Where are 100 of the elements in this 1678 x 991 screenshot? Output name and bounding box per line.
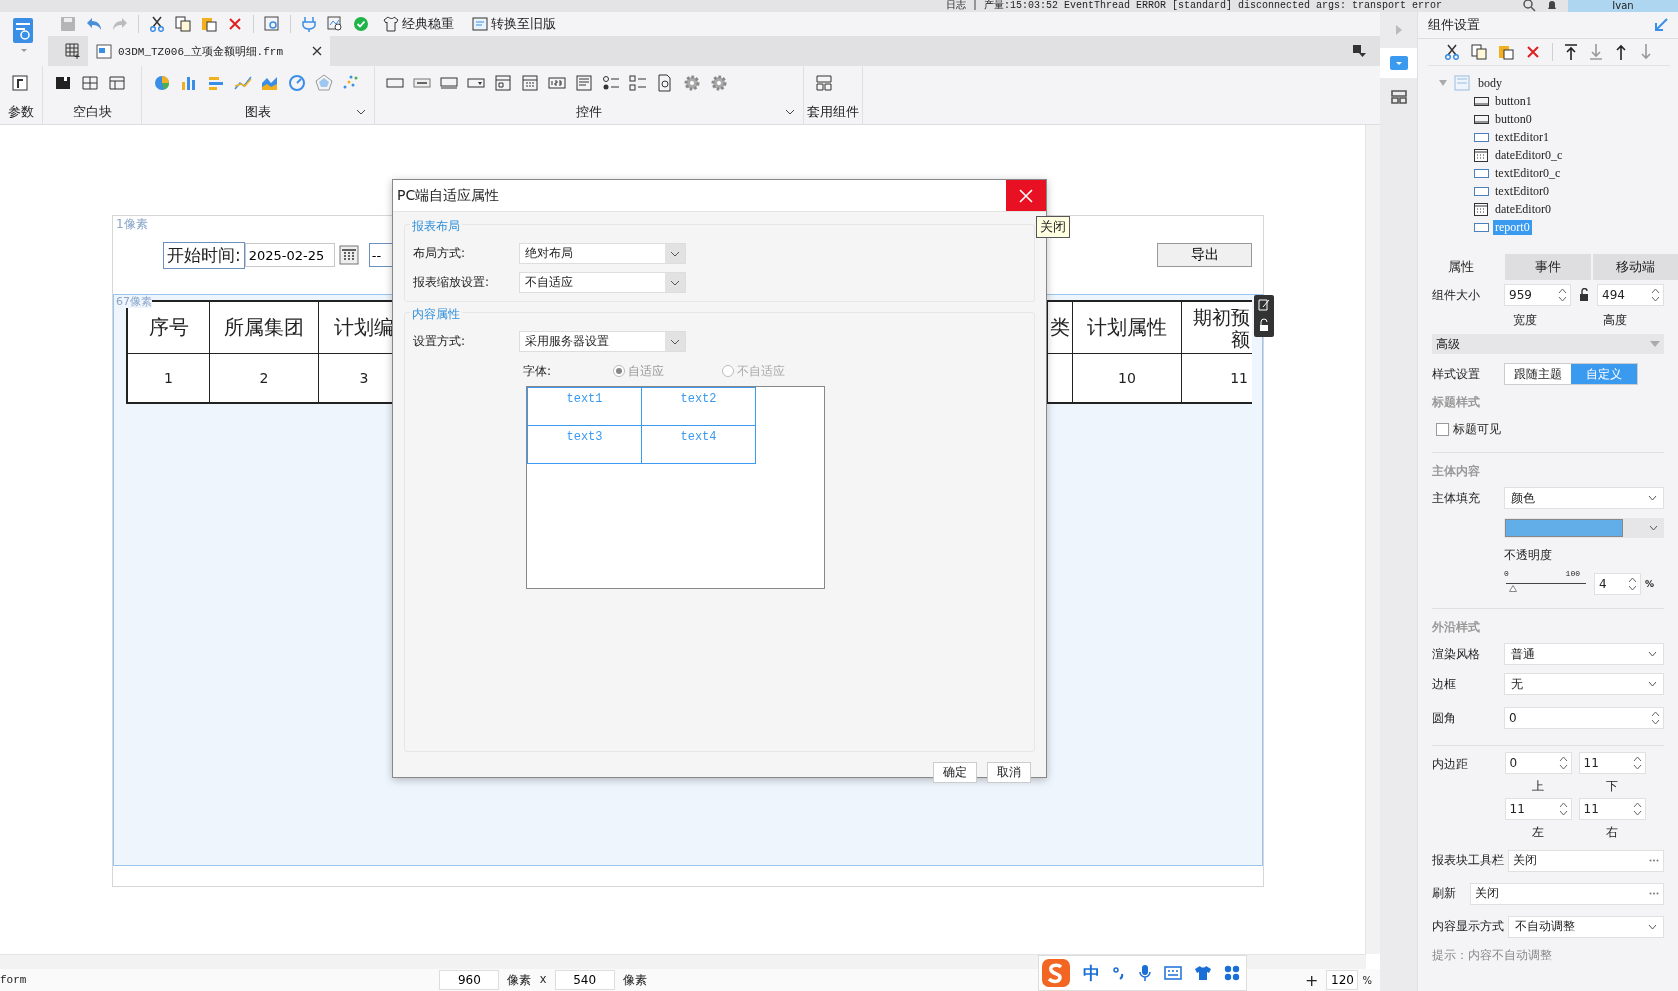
- width-field[interactable]: 959: [1504, 284, 1571, 306]
- edit-icon[interactable]: [1254, 295, 1274, 337]
- punctuation-icon[interactable]: [1112, 966, 1126, 980]
- more-icon[interactable]: [1649, 859, 1659, 862]
- opacity-field[interactable]: 4: [1594, 572, 1641, 595]
- shirt-icon[interactable]: [1194, 965, 1212, 981]
- segment-button[interactable]: 跟随主题: [1505, 364, 1571, 384]
- height-field[interactable]: 494: [1597, 284, 1664, 306]
- export-button[interactable]: 导出: [1157, 243, 1252, 267]
- color-picker[interactable]: [1504, 518, 1664, 538]
- gear-icon[interactable]: [683, 74, 701, 92]
- tree-item[interactable]: dateEditor0_c: [1493, 147, 1565, 163]
- number-field-icon[interactable]: [548, 74, 566, 92]
- paste-icon[interactable]: [201, 16, 217, 32]
- chevron-down-icon[interactable]: [1648, 681, 1657, 687]
- zoom-in-button[interactable]: +: [1305, 970, 1319, 990]
- padding-field[interactable]: 11: [1578, 798, 1646, 820]
- chevron-down-icon[interactable]: [1648, 923, 1657, 930]
- table-icon[interactable]: [108, 74, 126, 92]
- toolbar-setting-field[interactable]: 关闭: [1508, 849, 1664, 872]
- spinner-arrows-icon[interactable]: [1628, 575, 1637, 592]
- tree-item[interactable]: textEditor0: [1493, 183, 1551, 199]
- plug-icon[interactable]: [301, 16, 317, 32]
- radio-list-icon[interactable]: [602, 74, 620, 92]
- chevron-down-icon[interactable]: [1648, 495, 1657, 501]
- toolbar-button[interactable]: 经典稳重: [379, 15, 458, 33]
- checkbox-list-icon[interactable]: [629, 74, 647, 92]
- file-tab[interactable]: 03DM_TZ006_立项金额明细.frm: [88, 36, 330, 66]
- ime-mode[interactable]: 中: [1083, 961, 1100, 985]
- spinner-arrows-icon[interactable]: [1632, 755, 1642, 771]
- dropdown[interactable]: 无: [1504, 673, 1664, 695]
- panel-icon[interactable]: [494, 74, 512, 92]
- more-icon[interactable]: [1649, 892, 1659, 895]
- move-bottom-icon[interactable]: [1589, 44, 1603, 60]
- bell-icon[interactable]: [1546, 0, 1558, 12]
- copy-icon[interactable]: [1471, 44, 1487, 60]
- height-field[interactable]: 540: [554, 970, 615, 990]
- gauge-icon[interactable]: [288, 74, 306, 92]
- move-top-icon[interactable]: [1564, 44, 1578, 60]
- slider-thumb[interactable]: [1509, 584, 1518, 592]
- spinner-arrows-icon[interactable]: [1558, 287, 1567, 303]
- spinner-arrows-icon[interactable]: [1651, 710, 1660, 726]
- fill-dropdown[interactable]: 颜色: [1504, 487, 1664, 509]
- tree-item[interactable]: button0: [1493, 111, 1534, 127]
- spinner-arrows-icon[interactable]: [1632, 801, 1642, 817]
- keyboard-icon[interactable]: [1164, 966, 1182, 980]
- tree-item[interactable]: button1: [1493, 93, 1534, 109]
- cut-icon[interactable]: [1444, 44, 1460, 60]
- layout-icon[interactable]: [815, 74, 833, 92]
- chevron-down-icon[interactable]: [1648, 651, 1657, 657]
- calendar-icon[interactable]: [338, 245, 359, 265]
- delete-icon[interactable]: [1525, 44, 1541, 60]
- tab-menu-icon[interactable]: [1352, 44, 1366, 58]
- lock-icon[interactable]: [1579, 288, 1589, 302]
- microphone-icon[interactable]: [1138, 964, 1152, 982]
- cut-icon[interactable]: [149, 16, 165, 32]
- move-up-icon[interactable]: [1614, 44, 1628, 60]
- horizontal-bar-icon[interactable]: [207, 74, 225, 92]
- toolbar-button[interactable]: 转换至旧版: [468, 15, 560, 33]
- collapse-arrow-icon[interactable]: [1654, 18, 1668, 32]
- panel-tab[interactable]: 移动端: [1592, 254, 1678, 280]
- undo-icon[interactable]: [86, 16, 102, 32]
- move-down-icon[interactable]: [1639, 44, 1653, 60]
- component-settings-icon[interactable]: [1389, 56, 1408, 70]
- chevron-down-icon[interactable]: [1649, 525, 1658, 531]
- pie-chart-icon[interactable]: [153, 74, 171, 92]
- opacity-slider[interactable]: [1506, 582, 1586, 593]
- layout-icon[interactable]: [1390, 90, 1407, 104]
- dropdown[interactable]: 不自适应: [519, 272, 686, 293]
- advanced-section-header[interactable]: 高级: [1432, 334, 1664, 354]
- search-icon[interactable]: [1522, 0, 1536, 12]
- text-area-icon[interactable]: [575, 74, 593, 92]
- dialog-button[interactable]: 取消: [987, 762, 1031, 783]
- dropdown[interactable]: 绝对布局: [519, 243, 686, 264]
- calendar-icon[interactable]: [521, 74, 539, 92]
- vertical-scrollbar[interactable]: [1365, 125, 1380, 954]
- user-name[interactable]: Ivan: [1568, 0, 1678, 12]
- copy-icon[interactable]: [175, 16, 191, 32]
- spinner-arrows-icon[interactable]: [1651, 287, 1660, 303]
- tree-item[interactable]: body: [1476, 75, 1504, 91]
- check-circle-icon[interactable]: [353, 16, 369, 32]
- tree-item[interactable]: dateEditor0: [1493, 201, 1553, 217]
- refresh-setting-field[interactable]: 关闭: [1470, 882, 1664, 905]
- spinner-arrows-icon[interactable]: [1558, 801, 1568, 817]
- close-icon[interactable]: [312, 46, 322, 56]
- panel-tab[interactable]: 事件: [1505, 254, 1591, 280]
- grid-icon[interactable]: [81, 74, 99, 92]
- text-box-icon[interactable]: [440, 74, 458, 92]
- zoom-field[interactable]: 120: [1326, 970, 1359, 990]
- dialog-button[interactable]: 确定: [933, 762, 977, 783]
- padding-field[interactable]: 11: [1504, 798, 1572, 820]
- date-field[interactable]: 2025-02-25: [244, 243, 335, 267]
- delete-icon[interactable]: [227, 16, 243, 32]
- width-field[interactable]: 960: [439, 970, 500, 990]
- tree-item[interactable]: textEditor1: [1493, 129, 1551, 145]
- ime-logo-icon[interactable]: [1041, 958, 1071, 988]
- gear-icon[interactable]: [710, 74, 728, 92]
- bar-chart-icon[interactable]: [180, 74, 198, 92]
- padding-field[interactable]: 0: [1504, 752, 1572, 774]
- dropdown[interactable]: 普通: [1504, 643, 1664, 665]
